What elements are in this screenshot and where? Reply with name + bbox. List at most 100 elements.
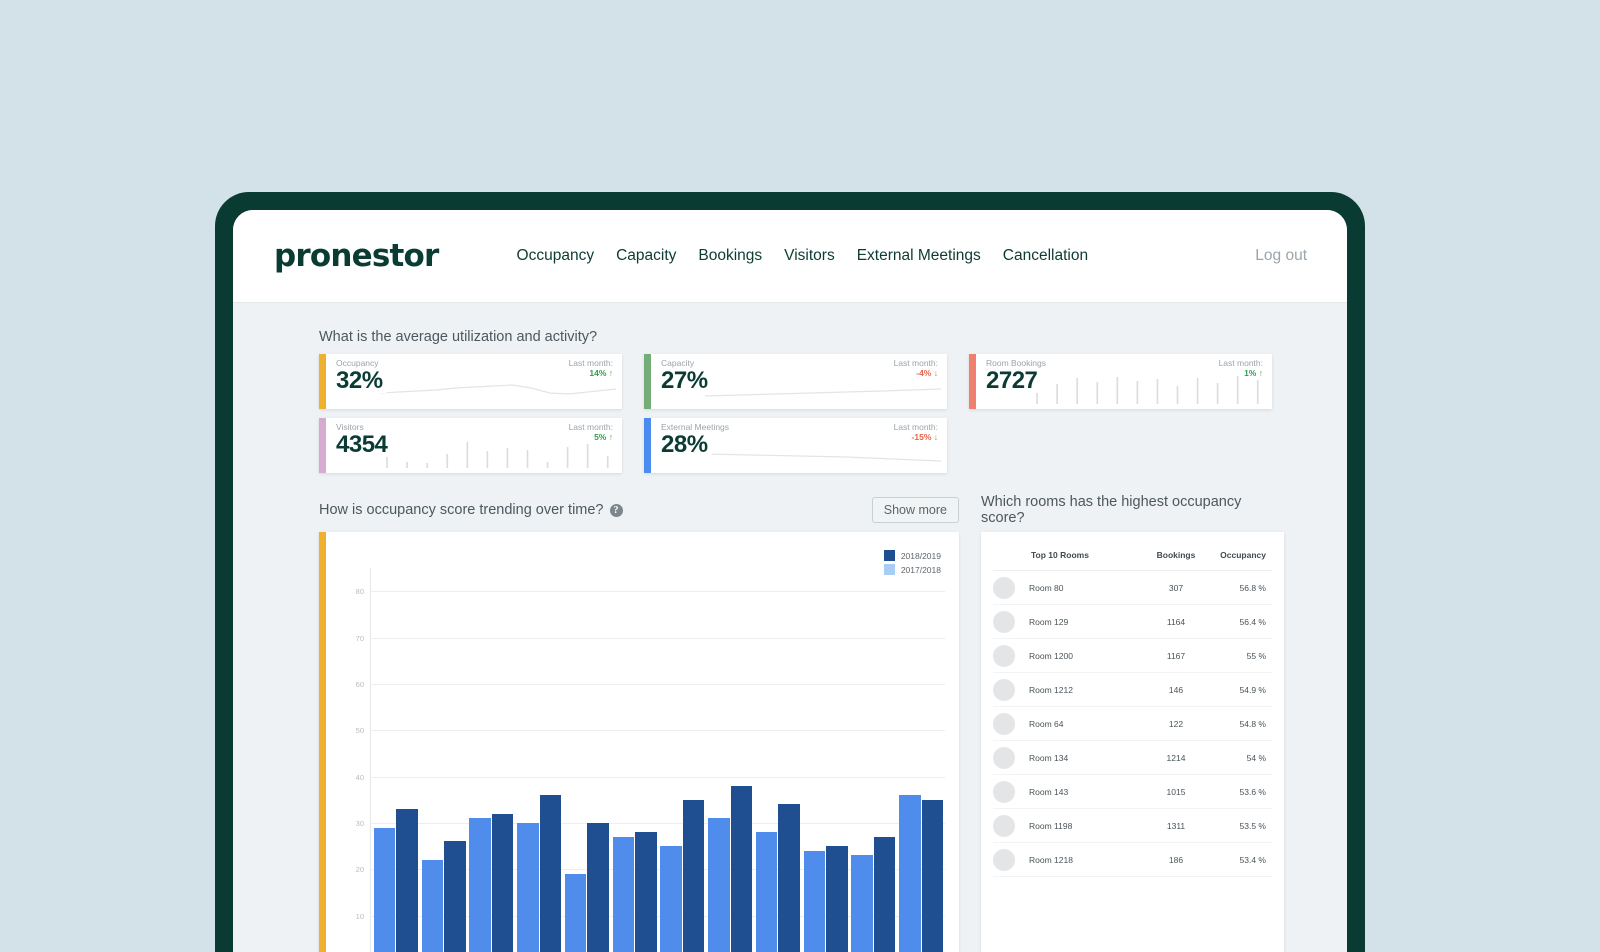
bar[interactable] [755,832,778,952]
bar[interactable] [539,795,562,952]
y-axis-tick-label: 60 [355,679,364,689]
bar[interactable] [660,846,682,952]
cell-bookings: 1164 [1166,616,1186,627]
legend-item-previous[interactable]: 2017/2018 [883,564,941,575]
bar[interactable] [873,836,896,952]
bar-group [897,568,945,952]
bar[interactable] [635,832,657,952]
kpi-row-2: Visitors 4354 Last month: 5% ↑ External … [319,418,1347,473]
nav-item-visitors[interactable]: Visitors [784,247,835,265]
avatar [993,610,1015,633]
kpi-last-month: Last month: 1% ↑ [1219,358,1263,379]
table-row[interactable]: Room 129 1164 56.4 % [993,605,1272,639]
bar[interactable] [421,860,444,952]
logout-link[interactable]: Log out [1255,247,1307,265]
bar[interactable] [803,850,826,952]
cell-occupancy: 53.4 % [1239,854,1266,865]
bar[interactable] [682,799,705,952]
bar-group [563,568,611,952]
bar[interactable] [708,818,730,952]
occupancy-trend-chart-card: 2018/2019 2017/2018 80 70 60 50 40 30 20 10 [319,532,959,952]
kpi-delta-value: 1% ↑ [1244,368,1263,379]
kpi-accent-bar [644,418,651,473]
nav-item-external-meetings[interactable]: External Meetings [857,247,981,265]
top-rooms-table-card: Top 10 Rooms Bookings Occupancy Room 80 3… [981,532,1284,952]
bar[interactable] [373,827,396,952]
kpi-last-month: Last month: -4% ↓ [894,358,938,379]
table-row[interactable]: Room 80 307 56.8 % [993,571,1272,605]
kpi-inner: Capacity 27% Last month: -4% ↓ [651,354,947,409]
kpi-section-title: What is the average utilization and acti… [319,329,598,345]
nav-item-occupancy[interactable]: Occupancy [517,247,595,265]
chart-panel-header: How is occupancy score trending over tim… [319,496,959,524]
cell-room: Room 134 [1029,752,1069,763]
bar[interactable] [778,804,800,952]
cell-room: Room 1198 [1029,820,1073,831]
help-icon[interactable]: ? [609,503,623,517]
y-axis-tick-label: 30 [355,818,364,828]
bar[interactable] [517,822,539,952]
kpi-accent-bar [644,354,651,409]
table-row[interactable]: Room 1218 186 53.4 % [993,843,1272,877]
kpi-card-visitors[interactable]: Visitors 4354 Last month: 5% ↑ [319,418,622,473]
kpi-value: 27% [661,367,712,393]
dashboard-content: What is the average utilization and acti… [233,303,1347,952]
kpi-value: 4354 [336,431,392,457]
avatar [993,576,1015,599]
kpi-card-area: Occupancy 32% Last month: 14% ↑ Capacity… [319,354,1347,473]
table-row[interactable]: Room 64 122 54.8 % [993,707,1272,741]
table-row[interactable]: Room 1200 1167 55 % [993,639,1272,673]
kpi-card-occupancy[interactable]: Occupancy 32% Last month: 14% ↑ [319,354,622,409]
legend-item-current[interactable]: 2018/2019 [883,550,941,561]
bar[interactable] [564,873,587,952]
kpi-delta-value: -4% ↓ [916,368,938,379]
cell-occupancy: 53.6 % [1239,786,1266,797]
bar[interactable] [587,822,609,952]
brand-logo[interactable]: pronestor [274,238,439,274]
bar-group [515,568,563,952]
avatar [993,848,1015,871]
chart-plot-area: 80 70 60 50 40 30 20 10 [354,568,945,952]
bar-series [372,568,945,952]
kpi-card-external-meetings[interactable]: External Meetings 28% Last month: -15% ↓ [644,418,947,473]
bar[interactable] [444,841,466,952]
bar[interactable] [469,818,491,952]
cell-occupancy: 54.8 % [1239,718,1266,729]
kpi-card-capacity[interactable]: Capacity 27% Last month: -4% ↓ [644,354,947,409]
bar[interactable] [612,836,635,952]
avatar [993,644,1015,667]
nav-item-cancellation[interactable]: Cancellation [1003,247,1088,265]
table-row[interactable]: Room 134 1214 54 % [993,741,1272,775]
kpi-card-room-bookings[interactable]: Room Bookings 2727 Last month: 1% ↑ [969,354,1272,409]
column-header-room: Top 10 Rooms [1031,550,1089,560]
nav-item-bookings[interactable]: Bookings [698,247,762,265]
top-navigation-bar: pronestor Occupancy Capacity Bookings Vi… [233,210,1347,303]
table-row[interactable]: Room 143 1015 53.6 % [993,775,1272,809]
kpi-value: 28% [661,431,712,457]
cell-room: Room 1218 [1029,854,1073,865]
bar[interactable] [826,846,848,952]
cell-room: Room 1200 [1029,650,1073,661]
table-row[interactable]: Room 1212 146 54.9 % [993,673,1272,707]
y-axis-tick-label: 70 [355,633,364,643]
nav-item-capacity[interactable]: Capacity [616,247,676,265]
bar-group [468,568,516,952]
bar[interactable] [851,855,873,952]
last-month-label: Last month: [893,422,938,432]
bar[interactable] [921,799,944,952]
cell-bookings: 122 [1168,718,1184,729]
kpi-delta-value: 5% ↑ [594,432,613,443]
table-row[interactable]: Room 1198 1311 53.5 % [993,809,1272,843]
show-more-button[interactable]: Show more [871,497,959,523]
bar[interactable] [491,813,514,952]
cell-occupancy: 56.4 % [1239,616,1266,627]
legend-swatch-icon [883,550,895,561]
kpi-inner: Visitors 4354 Last month: 5% ↑ [326,418,622,473]
bar[interactable] [730,785,753,952]
kpi-accent-bar [319,354,326,409]
table-panel-title: Which rooms has the highest occupancy sc… [981,494,1242,526]
bar[interactable] [899,795,921,952]
device-frame: pronestor Occupancy Capacity Bookings Vi… [215,192,1365,952]
bar[interactable] [396,809,418,952]
y-axis-tick-label: 50 [355,726,364,736]
